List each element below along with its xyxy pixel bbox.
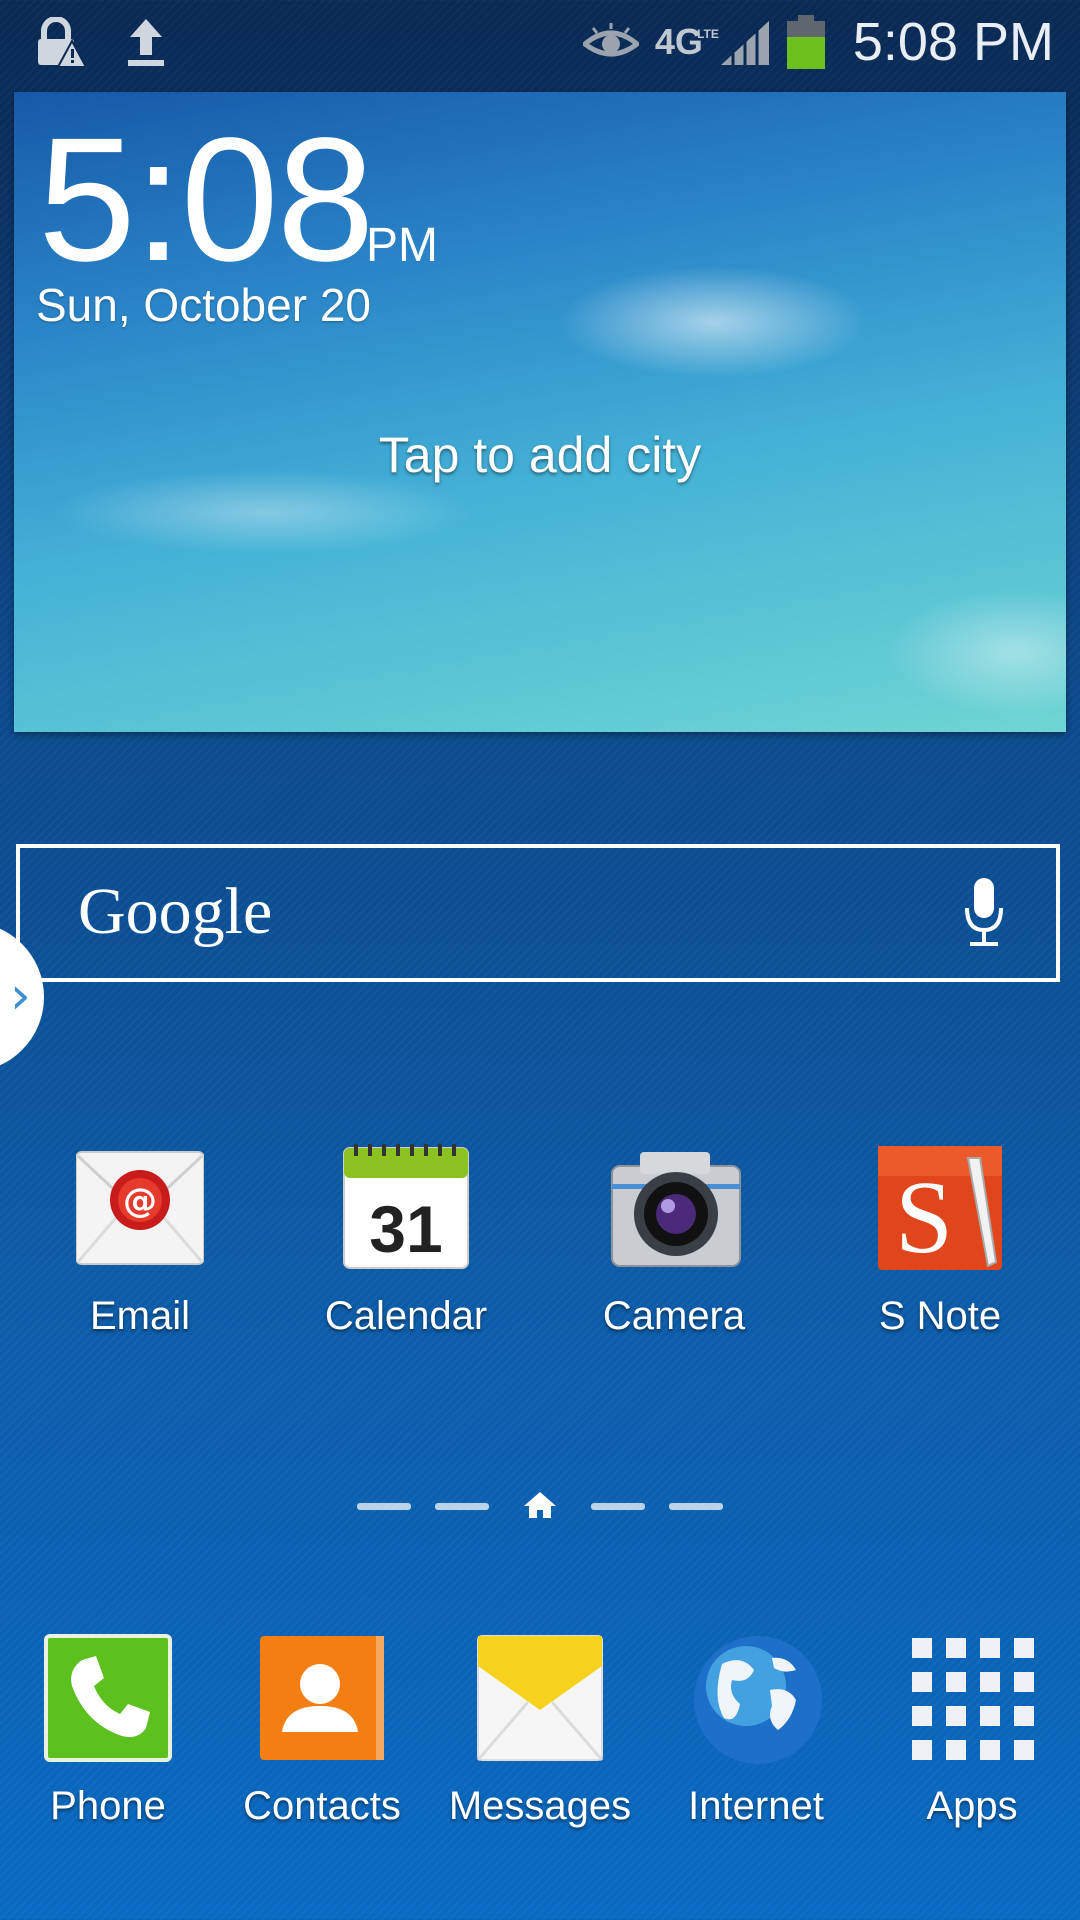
app-s-note[interactable]: S S Note (830, 1144, 1050, 1339)
add-city-button[interactable]: Tap to add city (14, 426, 1066, 484)
home-icon[interactable] (522, 1490, 558, 1520)
apps-grid-icon (908, 1634, 1036, 1762)
app-label: Phone (50, 1784, 166, 1828)
google-logo: Google (78, 875, 273, 948)
app-label: Camera (602, 1294, 746, 1338)
globe-icon (692, 1634, 822, 1764)
dock-contacts[interactable]: Contacts (212, 1634, 432, 1829)
messages-icon (476, 1634, 604, 1762)
page-indicator (0, 1490, 1080, 1522)
app-email[interactable]: @ Email (30, 1144, 250, 1339)
app-label: Calendar (324, 1294, 488, 1338)
dock-apps[interactable]: Apps (862, 1634, 1080, 1829)
page-dot[interactable] (669, 1503, 723, 1510)
status-bar: 4G LTE 5:08 PM (0, 0, 1080, 84)
google-search-bar[interactable]: Google (16, 844, 1060, 982)
app-label: Apps (926, 1784, 1018, 1828)
s-note-icon: S (876, 1144, 1004, 1275)
app-label: Email (89, 1294, 191, 1338)
email-icon: @ (75, 1144, 205, 1272)
camera-icon (610, 1144, 741, 1272)
microphone-icon[interactable] (964, 878, 1004, 950)
svg-text:S: S (895, 1160, 953, 1272)
contacts-icon (258, 1634, 386, 1762)
svg-text:@: @ (123, 1181, 157, 1221)
battery-icon (786, 15, 825, 69)
widget-date: Sun, October 20 (36, 279, 371, 331)
phone-icon (44, 1634, 172, 1762)
app-calendar[interactable]: 31 Calendar (296, 1144, 516, 1339)
dock-internet[interactable]: Internet (646, 1634, 866, 1829)
upload-icon (128, 19, 164, 66)
widget-ampm: PM (366, 219, 438, 272)
signal-icon (720, 21, 769, 65)
widget-clock: 5:08 (38, 102, 375, 298)
app-label: Internet (688, 1784, 824, 1828)
app-camera[interactable]: Camera (564, 1144, 784, 1339)
eye-icon (582, 23, 639, 57)
weather-clock-widget[interactable]: 5:08 PM Sun, October 20 Tap to add city (14, 92, 1066, 732)
lock-warning-icon (38, 17, 86, 67)
dock-phone[interactable]: Phone (0, 1634, 218, 1829)
app-label: Contacts (243, 1784, 401, 1828)
app-label: S Note (878, 1294, 1002, 1338)
status-time: 5:08 PM (852, 12, 1054, 72)
page-dot[interactable] (435, 1503, 489, 1510)
page-dot[interactable] (591, 1503, 645, 1510)
4g-lte-icon: 4G LTE (654, 21, 719, 62)
calendar-icon: 31 (342, 1144, 470, 1272)
page-dot[interactable] (357, 1503, 411, 1510)
dock-messages[interactable]: Messages (430, 1634, 650, 1829)
app-label: Messages (448, 1784, 632, 1828)
svg-text:31: 31 (369, 1192, 442, 1266)
